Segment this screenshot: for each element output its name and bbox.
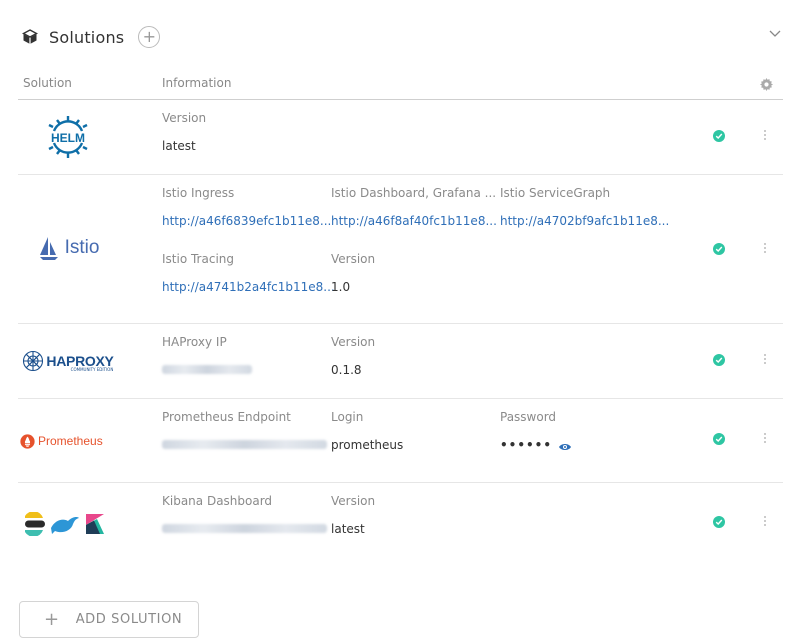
field-istio-servicegraph: Istio ServiceGraph http://a4702bf9afc1b1… <box>500 186 669 228</box>
password-value-row: •••••• <box>500 438 572 452</box>
field-prometheus-endpoint: Prometheus Endpoint <box>162 410 327 452</box>
istio-ingress-link[interactable]: http://a46f6839efc1b11e8... <box>162 214 331 228</box>
fluentd-bird-icon <box>51 517 79 534</box>
prometheus-logo-text: Prometheus <box>38 434 103 448</box>
status-ok-icon <box>713 354 725 366</box>
gear-icon[interactable] <box>760 78 773 91</box>
add-solution-label: ADD SOLUTION <box>75 612 183 627</box>
istio-dashboard-link[interactable]: http://a46f8af40fc1b11e8... <box>331 214 497 228</box>
row-menu-kebab-icon[interactable] <box>763 130 767 142</box>
plus-circle-icon[interactable]: + <box>138 26 161 48</box>
field-istio-ingress: Istio Ingress http://a46f6839efc1b11e8..… <box>162 186 331 228</box>
istio-logo-text: Istio <box>64 237 100 258</box>
status-ok-icon <box>713 516 725 528</box>
field-istio-tracing: Istio Tracing http://a4741b2a4fc1b11e8..… <box>162 252 335 294</box>
field-value-redacted <box>162 363 252 377</box>
field-version: Version latest <box>162 111 206 153</box>
elastic-fluentd-kibana-logos <box>24 511 124 537</box>
haproxy-logo-subtitle: COMMUNITY EDITION <box>70 367 114 372</box>
field-haproxy-ip: HAProxy IP <box>162 335 252 377</box>
helm-logo-text: HELM <box>51 131 85 145</box>
column-header-information: Information <box>162 76 232 90</box>
field-value-redacted <box>162 438 327 452</box>
field-value-redacted <box>162 522 327 536</box>
cube-icon <box>22 29 38 44</box>
field-label: Istio Ingress <box>162 186 235 200</box>
haproxy-logo: HAPROXY COMMUNITY EDITION <box>18 348 118 374</box>
solution-row-helm: HELM Version latest <box>18 100 783 175</box>
status-ok-icon <box>713 243 725 255</box>
elasticsearch-icon <box>25 512 45 536</box>
field-label: Istio Tracing <box>162 252 234 266</box>
row-menu-kebab-icon[interactable] <box>763 516 767 528</box>
field-value: 0.1.8 <box>331 363 362 377</box>
field-label: Login <box>331 410 364 424</box>
field-value: latest <box>162 139 196 153</box>
prometheus-logo: Prometheus <box>20 431 120 451</box>
field-istio-dashboard: Istio Dashboard, Grafana ... http://a46f… <box>331 186 497 228</box>
field-version: Version 1.0 <box>331 252 375 294</box>
field-label: Password <box>500 410 557 424</box>
field-version: Version 0.1.8 <box>331 335 375 377</box>
chevron-down-icon[interactable] <box>768 26 782 40</box>
status-ok-icon <box>713 433 725 445</box>
field-kibana-dashboard: Kibana Dashboard <box>162 494 327 536</box>
istio-servicegraph-link[interactable]: http://a4702bf9afc1b11e8... <box>500 214 669 228</box>
helm-logo: HELM <box>18 114 118 160</box>
field-label: Version <box>331 335 376 349</box>
field-value: prometheus <box>331 438 404 452</box>
kibana-icon <box>86 514 104 534</box>
field-version: Version latest <box>331 494 375 536</box>
istio-tracing-link[interactable]: http://a4741b2a4fc1b11e8... <box>162 280 335 294</box>
field-password: Password •••••• <box>500 410 572 452</box>
field-login: Login prometheus <box>331 410 403 452</box>
istio-logo: Istio <box>18 233 118 263</box>
row-menu-kebab-icon[interactable] <box>763 243 767 255</box>
solutions-header: Solutions + <box>22 25 161 49</box>
row-menu-kebab-icon[interactable] <box>763 354 767 366</box>
row-menu-kebab-icon[interactable] <box>763 433 767 445</box>
column-header-solution: Solution <box>23 76 72 90</box>
page-title: Solutions <box>49 27 125 47</box>
field-value: latest <box>331 522 365 536</box>
solution-row-prometheus: Prometheus Prometheus Endpoint Login pro… <box>18 399 783 483</box>
password-masked: •••••• <box>500 438 553 452</box>
solution-row-efk: Kibana Dashboard Version latest <box>18 483 783 563</box>
field-label: Version <box>331 252 376 266</box>
field-label: Version <box>331 494 376 508</box>
field-label: Istio Dashboard, Grafana ... <box>331 186 497 200</box>
add-solution-button[interactable]: + ADD SOLUTION <box>19 601 199 638</box>
field-label: Version <box>162 111 207 125</box>
field-label: Prometheus Endpoint <box>162 410 291 424</box>
solution-row-haproxy: HAPROXY COMMUNITY EDITION HAProxy IP Ver… <box>18 324 783 399</box>
eye-icon[interactable] <box>558 442 572 452</box>
field-label: Istio ServiceGraph <box>500 186 611 200</box>
field-label: Kibana Dashboard <box>162 494 273 508</box>
field-label: HAProxy IP <box>162 335 227 349</box>
field-value: 1.0 <box>331 280 351 294</box>
solution-row-istio: Istio Istio Ingress http://a46f6839efc1b… <box>18 175 783 324</box>
status-ok-icon <box>713 130 725 142</box>
plus-icon: + <box>44 608 60 630</box>
